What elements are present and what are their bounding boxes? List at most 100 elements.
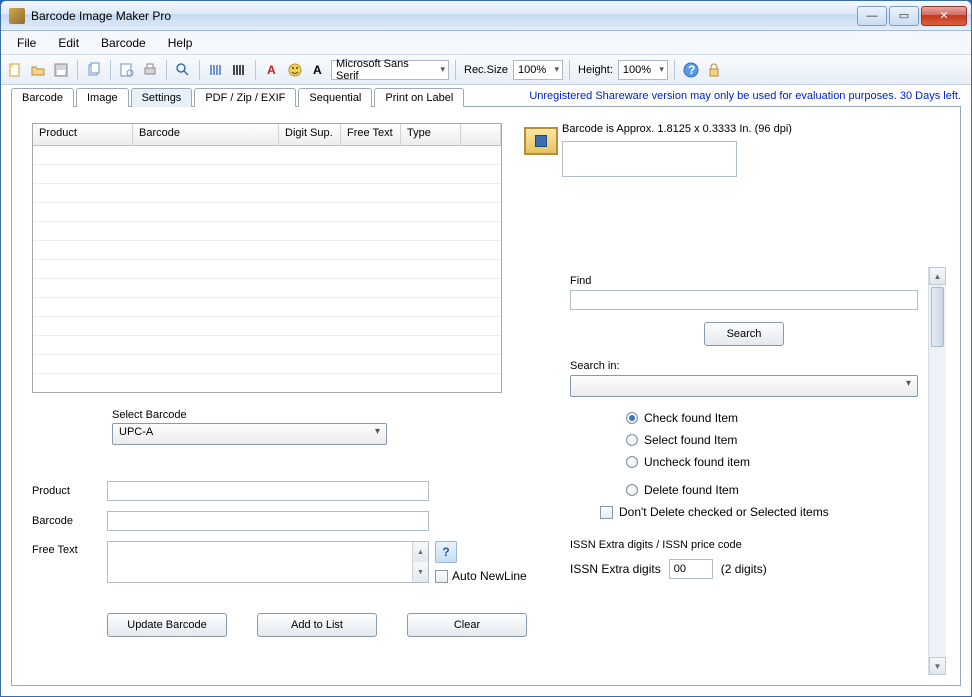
- table-row[interactable]: [33, 279, 501, 298]
- right-column: Barcode is Approx. 1.8125 x 0.3333 In. (…: [562, 123, 950, 675]
- table-row[interactable]: [33, 203, 501, 222]
- tab-image[interactable]: Image: [76, 88, 129, 107]
- product-input[interactable]: [107, 481, 429, 501]
- menubar: File Edit Barcode Help: [1, 31, 971, 55]
- table-row[interactable]: [33, 184, 501, 203]
- right-scrollbar[interactable]: ▲ ▼: [928, 267, 946, 675]
- select-barcode-label: Select Barcode: [112, 409, 552, 421]
- table-row[interactable]: [33, 317, 501, 336]
- searchin-label: Search in:: [570, 360, 918, 372]
- find-input[interactable]: [570, 290, 918, 310]
- tab-print[interactable]: Print on Label: [374, 88, 464, 107]
- dont-delete-checkbox[interactable]: [600, 506, 613, 519]
- font-family-combo[interactable]: Microsoft Sans Serif: [331, 60, 449, 80]
- left-column: Product Barcode Digit Sup. Free Text Typ…: [32, 123, 552, 675]
- preview-icon[interactable]: [117, 60, 137, 80]
- issn-hint: (2 digits): [721, 562, 767, 576]
- find-label: Find: [570, 275, 918, 287]
- auto-newline-label: Auto NewLine: [452, 569, 527, 583]
- scroll-thumb[interactable]: [931, 287, 944, 347]
- height-label: Height:: [576, 64, 615, 76]
- table-row[interactable]: [33, 355, 501, 374]
- dont-delete-label: Don't Delete checked or Selected items: [619, 505, 829, 519]
- col-spacer: [461, 124, 501, 145]
- table-row[interactable]: [33, 260, 501, 279]
- close-button[interactable]: ✕: [921, 6, 967, 26]
- radio-delete-found[interactable]: [626, 484, 638, 496]
- table-row[interactable]: [33, 298, 501, 317]
- col-barcode[interactable]: Barcode: [133, 124, 279, 145]
- select-barcode-combo[interactable]: UPC-A: [112, 423, 387, 445]
- scroll-down-icon[interactable]: ▼: [929, 657, 946, 675]
- barcode-preview: [562, 141, 737, 177]
- table-row[interactable]: [33, 165, 501, 184]
- freetext-label: Free Text: [32, 541, 107, 556]
- barcode-black-icon[interactable]: [229, 60, 249, 80]
- product-label: Product: [32, 485, 107, 497]
- maximize-button[interactable]: ▭: [889, 6, 919, 26]
- radio-check-found[interactable]: [626, 412, 638, 424]
- freetext-input[interactable]: [108, 542, 412, 582]
- minimize-button[interactable]: —: [857, 6, 887, 26]
- recsize-combo[interactable]: 100%: [513, 60, 563, 80]
- add-to-list-button[interactable]: Add to List: [257, 613, 377, 637]
- barcode-blue-icon[interactable]: [206, 60, 226, 80]
- col-freetext[interactable]: Free Text: [341, 124, 401, 145]
- menu-edit[interactable]: Edit: [48, 33, 89, 53]
- app-icon: [9, 8, 25, 24]
- auto-newline-checkbox[interactable]: [435, 570, 448, 583]
- search-button[interactable]: Search: [704, 322, 784, 346]
- barcode-input[interactable]: [107, 511, 429, 531]
- radio-select-found-label: Select found Item: [644, 433, 737, 447]
- toolbar: A A Microsoft Sans Serif Rec.Size 100% H…: [1, 55, 971, 85]
- open-icon[interactable]: [28, 60, 48, 80]
- col-type[interactable]: Type: [401, 124, 461, 145]
- barcode-dimensions-label: Barcode is Approx. 1.8125 x 0.3333 In. (…: [562, 123, 946, 135]
- tab-pdfzip[interactable]: PDF / Zip / EXIF: [194, 88, 296, 107]
- tab-barcode[interactable]: Barcode: [11, 88, 74, 107]
- barcode-grid[interactable]: Product Barcode Digit Sup. Free Text Typ…: [32, 123, 502, 393]
- update-barcode-button[interactable]: Update Barcode: [107, 613, 227, 637]
- find-icon[interactable]: [173, 60, 193, 80]
- lock-icon[interactable]: [704, 60, 724, 80]
- menu-help[interactable]: Help: [158, 33, 203, 53]
- svg-text:A: A: [313, 63, 322, 77]
- font-a-icon[interactable]: A: [308, 60, 328, 80]
- radio-uncheck-found-label: Uncheck found item: [644, 455, 750, 469]
- menu-barcode[interactable]: Barcode: [91, 33, 156, 53]
- searchin-combo[interactable]: [570, 375, 918, 397]
- table-row[interactable]: [33, 146, 501, 165]
- copy-icon[interactable]: [84, 60, 104, 80]
- issn-title: ISSN Extra digits / ISSN price code: [570, 539, 918, 551]
- scroll-up-icon[interactable]: ▲: [929, 267, 946, 285]
- tab-settings[interactable]: Settings: [131, 88, 193, 107]
- table-row[interactable]: [33, 222, 501, 241]
- freetext-spin-down[interactable]: ▼: [413, 562, 428, 582]
- table-row[interactable]: [33, 241, 501, 260]
- issn-extra-input[interactable]: [669, 559, 713, 579]
- save-icon[interactable]: [51, 60, 71, 80]
- help-icon[interactable]: ?: [681, 60, 701, 80]
- svg-text:A: A: [267, 63, 276, 77]
- titlebar: Barcode Image Maker Pro — ▭ ✕: [1, 1, 971, 31]
- radio-uncheck-found[interactable]: [626, 456, 638, 468]
- clear-button[interactable]: Clear: [407, 613, 527, 637]
- col-product[interactable]: Product: [33, 124, 133, 145]
- new-icon[interactable]: [5, 60, 25, 80]
- freetext-help-button[interactable]: ?: [435, 541, 457, 563]
- freetext-spin-up[interactable]: ▲: [413, 542, 428, 562]
- font-color-icon[interactable]: A: [262, 60, 282, 80]
- menu-file[interactable]: File: [7, 33, 46, 53]
- radio-delete-found-label: Delete found Item: [644, 483, 739, 497]
- radio-select-found[interactable]: [626, 434, 638, 446]
- tab-sequential[interactable]: Sequential: [298, 88, 372, 107]
- emoji-icon[interactable]: [285, 60, 305, 80]
- height-combo[interactable]: 100%: [618, 60, 668, 80]
- table-row[interactable]: [33, 336, 501, 355]
- grid-body: [33, 146, 501, 392]
- svg-text:?: ?: [688, 63, 695, 77]
- print-icon[interactable]: [140, 60, 160, 80]
- content-area: Unregistered Shareware version may only …: [1, 85, 971, 696]
- col-digitsup[interactable]: Digit Sup.: [279, 124, 341, 145]
- film-strip-icon[interactable]: [524, 127, 558, 155]
